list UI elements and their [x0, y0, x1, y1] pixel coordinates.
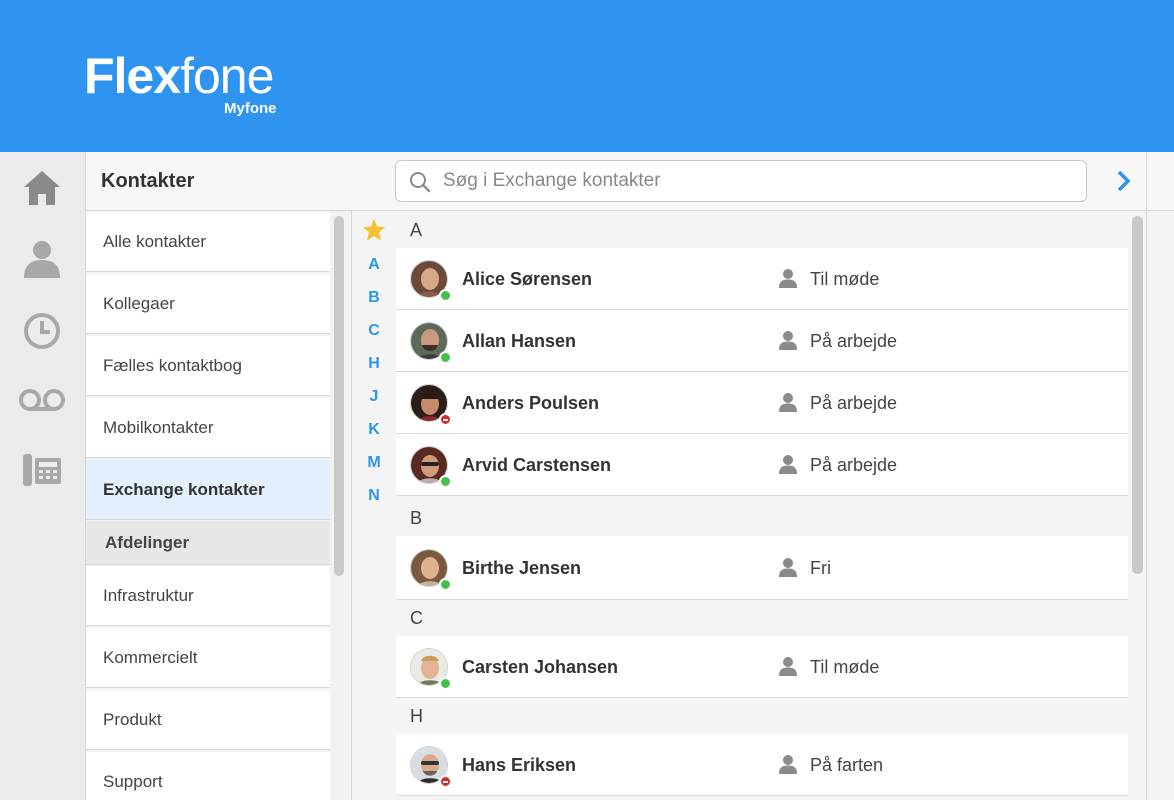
person-icon [778, 557, 798, 577]
contact-status: På farten [810, 755, 884, 775]
search-icon [409, 171, 431, 193]
flexfone-logo[interactable]: Flexfone Myfone [84, 46, 304, 126]
contact-row[interactable]: Alice Sørensen Til møde [396, 248, 1128, 310]
alpha-letter-n[interactable]: N [362, 487, 386, 505]
sidebar-item-all-contacts[interactable]: Alle kontakter [86, 212, 330, 272]
sidebar-item-product[interactable]: Produkt [86, 690, 330, 750]
clock-icon[interactable] [18, 309, 66, 353]
presence-indicator [439, 413, 452, 426]
search-input[interactable] [443, 161, 1073, 201]
sidebar-item-support[interactable]: Support [86, 752, 330, 800]
app-header: Flexfone Myfone [0, 0, 1174, 152]
chevron-right-icon[interactable] [1112, 168, 1136, 194]
person-icon [778, 268, 798, 288]
presence-indicator [439, 775, 452, 788]
contact-status: Til møde [810, 657, 880, 677]
sidebar-scrollbar[interactable] [334, 216, 344, 576]
sidebar-section-departments: Afdelinger [86, 521, 330, 565]
person-icon [778, 454, 798, 474]
logo-product: Myfone [224, 100, 277, 117]
sidebar-item-mobile-contacts[interactable]: Mobilkontakter [86, 398, 330, 458]
person-icon [778, 754, 798, 774]
alpha-letter-j[interactable]: J [362, 388, 386, 406]
alpha-letter-k[interactable]: K [362, 421, 386, 439]
person-icon [778, 330, 798, 350]
contact-status: På arbejde [810, 393, 898, 413]
logo-light: fone [180, 48, 274, 104]
app-window: Flexfone Myfone Kontakter Alle kontakter… [0, 0, 1174, 800]
contact-row[interactable]: Carsten Johansen Til møde [396, 636, 1128, 698]
contact-status: På arbejde [810, 331, 898, 351]
alpha-letter-h[interactable]: H [362, 355, 386, 373]
contact-status: Til møde [810, 269, 880, 289]
alpha-letter-c[interactable]: C [362, 322, 386, 340]
contact-name: Birthe Jensen [462, 558, 582, 578]
search-bar [352, 152, 1174, 211]
presence-indicator [439, 677, 452, 690]
user-icon[interactable] [18, 236, 66, 280]
topbar-divider [1146, 152, 1147, 211]
alpha-letter-a[interactable]: A [362, 256, 386, 274]
contacts-sidebar: Kontakter Alle kontakter Kollegaer Fælle… [86, 152, 352, 800]
contact-name: Anders Poulsen [462, 393, 600, 413]
contact-row[interactable]: Arvid Carstensen På arbejde [396, 434, 1128, 496]
presence-indicator [439, 351, 452, 364]
contact-name: Allan Hansen [462, 331, 577, 351]
sidebar-item-commercial[interactable]: Kommercielt [86, 628, 330, 688]
star-icon[interactable] [362, 218, 386, 242]
logo-bold: Flex [84, 48, 181, 104]
desk-phone-icon[interactable] [18, 448, 66, 492]
search-box[interactable] [395, 160, 1087, 202]
contact-row[interactable]: Hans Eriksen På farten [396, 734, 1128, 796]
contact-list: A Alice Sørensen Til møde Allan Hansen P… [396, 212, 1128, 800]
presence-indicator [439, 289, 452, 302]
contact-name: Carsten Johansen [462, 657, 619, 677]
presence-indicator [439, 578, 452, 591]
contact-name: Hans Eriksen [462, 755, 577, 775]
alpha-letter-m[interactable]: M [362, 454, 386, 472]
sidebar-title: Kontakter [86, 152, 352, 211]
contact-list-scrollbar[interactable] [1132, 216, 1143, 574]
group-header-c: C [396, 600, 1128, 636]
sidebar-item-exchange-contacts[interactable]: Exchange kontakter [86, 460, 330, 520]
logo-wordmark: Flexfone [84, 46, 274, 106]
presence-indicator [439, 475, 452, 488]
contact-row[interactable]: Allan Hansen På arbejde [396, 310, 1128, 372]
sidebar-item-colleagues[interactable]: Kollegaer [86, 274, 330, 334]
person-icon [778, 392, 798, 412]
sidebar-item-infrastructure[interactable]: Infrastruktur [86, 566, 330, 626]
contact-status: På arbejde [810, 455, 898, 475]
group-header-a: A [396, 212, 1128, 248]
contact-name: Arvid Carstensen [462, 455, 612, 475]
nav-rail [0, 152, 86, 800]
alpha-letter-b[interactable]: B [362, 289, 386, 307]
voicemail-icon[interactable] [18, 378, 66, 422]
group-header-h: H [396, 698, 1128, 734]
contact-row[interactable]: Birthe Jensen Fri [396, 536, 1128, 600]
contact-name: Alice Sørensen [462, 269, 593, 289]
right-divider [1146, 212, 1147, 800]
group-header-b: B [396, 500, 1128, 536]
person-icon [778, 656, 798, 676]
sidebar-item-shared-phonebook[interactable]: Fælles kontaktbog [86, 336, 330, 396]
contact-row[interactable]: Anders Poulsen På arbejde [396, 372, 1128, 434]
home-icon[interactable] [18, 166, 66, 210]
contact-status: Fri [810, 558, 831, 578]
contacts-main: A B C H J K M N A Alice Sørensen Til mød… [352, 152, 1174, 800]
